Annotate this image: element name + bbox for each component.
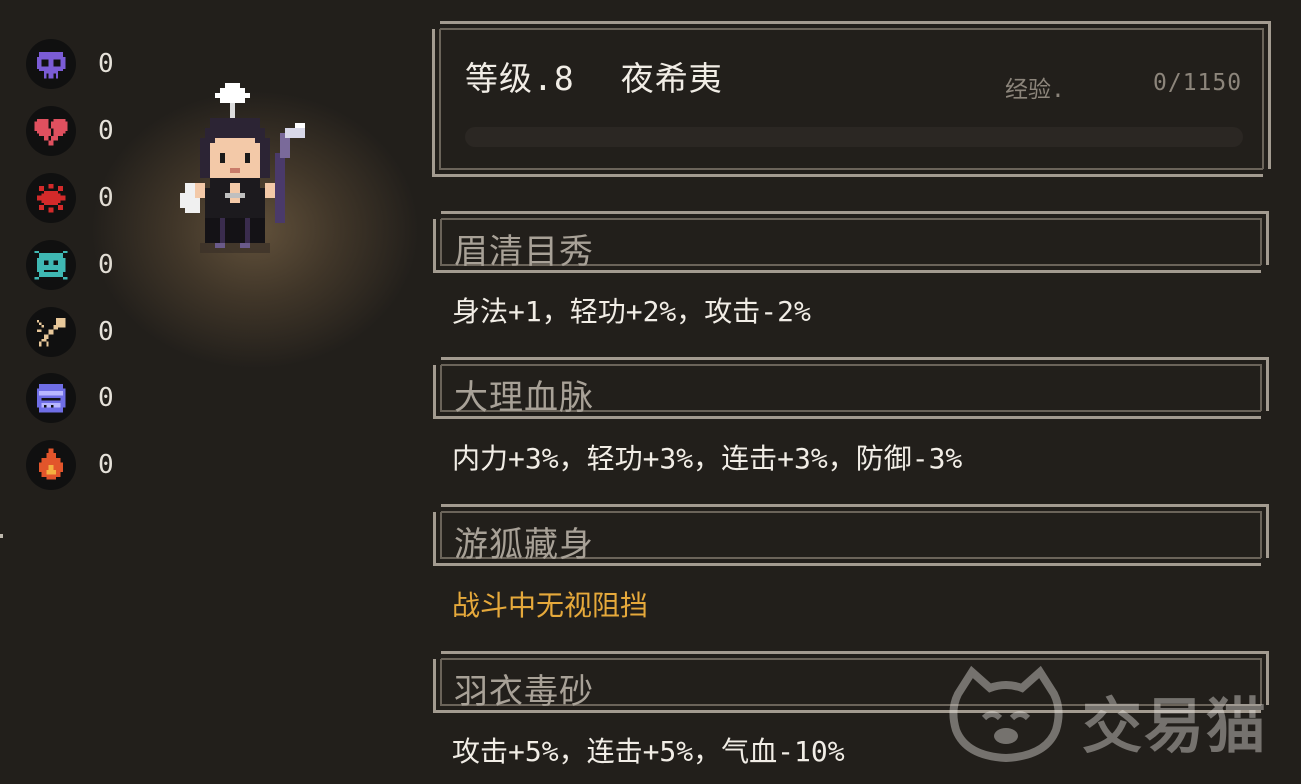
- trait-title-frame-2[interactable]: 大理血脉: [433, 357, 1269, 419]
- trait-title-frame-1[interactable]: 眉清目秀: [433, 211, 1269, 273]
- trait-desc: 身法+1，轻功+2%，攻击-2%: [452, 295, 811, 328]
- character-sprite[interactable]: [175, 78, 325, 268]
- character-name: 夜希夷: [620, 59, 723, 98]
- trait-title: 羽衣毒砂: [454, 672, 594, 712]
- blood-splat-icon: [26, 172, 76, 223]
- exp-bar: [465, 127, 1243, 147]
- status-value: 0: [98, 383, 114, 414]
- trait-desc: 攻击+5%，连击+5%，气血-10%: [452, 735, 845, 768]
- edge-mark: [0, 534, 3, 538]
- trait-desc: 内力+3%，轻功+3%，连击+3%，防御-3%: [452, 442, 963, 475]
- trait-desc: 战斗中无视阻挡: [452, 589, 649, 622]
- frozen-face-icon: [26, 373, 76, 424]
- exp-value: 0/1150: [1153, 70, 1243, 96]
- poison-skull-icon: [26, 39, 76, 90]
- trait-title-frame-3[interactable]: 游狐藏身: [433, 504, 1269, 566]
- cracked-bone-icon: [26, 306, 76, 357]
- status-row-frozen[interactable]: 0: [26, 365, 146, 432]
- level-label: 等级.8: [465, 59, 575, 98]
- status-value: 0: [98, 49, 114, 80]
- trait-title: 眉清目秀: [454, 232, 594, 272]
- watermark-text: 交易猫: [1082, 692, 1268, 762]
- broken-heart-icon: [26, 106, 76, 157]
- trait-title: 游狐藏身: [454, 525, 594, 565]
- exp-label: 经验.: [1005, 77, 1065, 103]
- status-row-burn[interactable]: 0: [26, 432, 146, 499]
- status-row-poison[interactable]: 0: [26, 31, 146, 98]
- flame-icon: [26, 440, 76, 491]
- trait-title: 大理血脉: [454, 378, 594, 418]
- status-value: 0: [98, 450, 114, 481]
- level-panel: 等级.8 夜希夷 经验. 0/1150: [432, 21, 1271, 177]
- watermark: 交易猫: [946, 664, 1276, 764]
- level-line: 等级.8 夜希夷: [465, 52, 723, 100]
- cat-logo-icon: [949, 665, 1063, 763]
- sick-face-icon: [26, 239, 76, 290]
